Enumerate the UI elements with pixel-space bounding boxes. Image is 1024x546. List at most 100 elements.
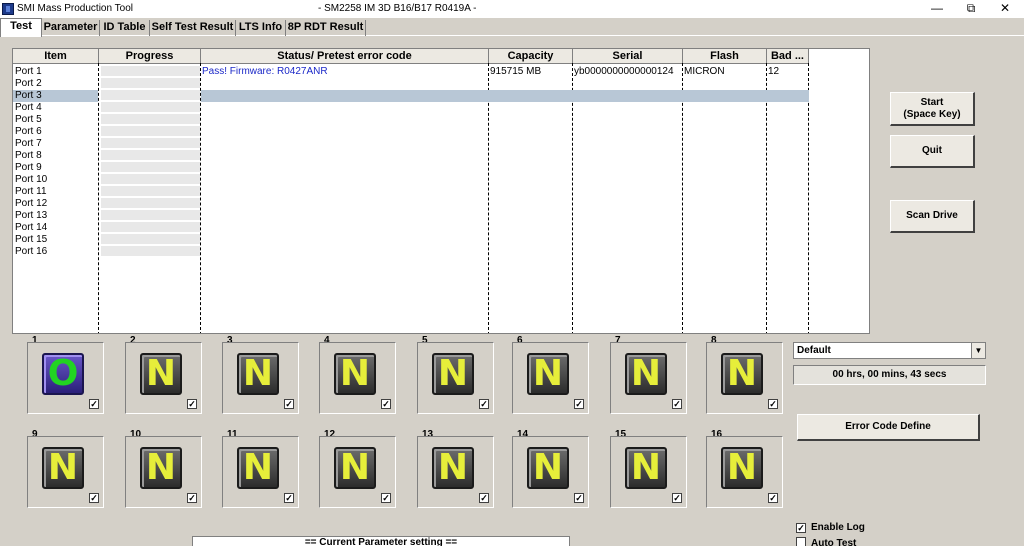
column-divider [200, 63, 201, 333]
slot-enable-checkbox[interactable]: ✓ [574, 493, 584, 503]
slot-status-letter: N [726, 447, 758, 488]
port-slot-13[interactable]: N ✓ [417, 436, 494, 508]
slot-enable-checkbox[interactable]: ✓ [187, 493, 197, 503]
enable-log-option[interactable]: ✓ Enable Log [796, 522, 865, 534]
enable-log-label: Enable Log [811, 522, 865, 533]
port-slot-14[interactable]: N ✓ [512, 436, 589, 508]
profile-select[interactable]: Default ▼ [793, 342, 986, 359]
slot-enable-checkbox[interactable]: ✓ [284, 493, 294, 503]
port-slot-5[interactable]: N ✓ [417, 342, 494, 414]
port-row-label[interactable]: Port 8 [15, 150, 42, 162]
slot-status-letter: N [339, 353, 371, 394]
slot-enable-checkbox[interactable]: ✓ [479, 399, 489, 409]
column-header-item[interactable]: Item [13, 49, 99, 64]
port-row-label[interactable]: Port 2 [15, 78, 42, 90]
tab-8p-rdt-result[interactable]: 8P RDT Result [286, 20, 366, 36]
port-slot-4[interactable]: N ✓ [319, 342, 396, 414]
port-slot-9[interactable]: N ✓ [27, 436, 104, 508]
port-row-label[interactable]: Port 9 [15, 162, 42, 174]
drive-none-icon: N [625, 447, 667, 489]
port-slot-1[interactable]: O ✓ [27, 342, 104, 414]
quit-button[interactable]: Quit [890, 135, 975, 168]
dropdown-arrow-icon[interactable]: ▼ [971, 343, 985, 358]
slot-enable-checkbox[interactable]: ✓ [768, 399, 778, 409]
port-row-label[interactable]: Port 4 [15, 102, 42, 114]
port-progress-bar [101, 222, 200, 233]
port-progress-bar [101, 210, 200, 221]
slot-enable-checkbox[interactable]: ✓ [381, 399, 391, 409]
column-header-flash[interactable]: Flash [683, 49, 767, 64]
tab-lts-info[interactable]: LTS Info [236, 20, 286, 36]
drive-none-icon: N [527, 447, 569, 489]
port-slot-10[interactable]: N ✓ [125, 436, 202, 508]
auto-test-option[interactable]: Auto Test [796, 537, 856, 546]
drive-none-icon: N [432, 353, 474, 395]
port-slot-8[interactable]: N ✓ [706, 342, 783, 414]
port-grid[interactable]: Item Progress Status/ Pretest error code… [12, 48, 870, 334]
slot-enable-checkbox[interactable]: ✓ [768, 493, 778, 503]
port-slot-11[interactable]: N ✓ [222, 436, 299, 508]
column-header-serial[interactable]: Serial [573, 49, 683, 64]
drive-none-icon: N [42, 447, 84, 489]
start-button[interactable]: Start (Space Key) [890, 92, 975, 126]
column-header-capacity[interactable]: Capacity [489, 49, 573, 64]
slot-enable-checkbox[interactable]: ✓ [574, 399, 584, 409]
port-row-label[interactable]: Port 11 [15, 186, 47, 198]
auto-test-checkbox[interactable] [796, 537, 806, 546]
slot-status-letter: N [437, 353, 469, 394]
port-row-label[interactable]: Port 16 [15, 246, 47, 258]
port-row-label[interactable]: Port 1 [15, 66, 42, 78]
port-slot-12[interactable]: N ✓ [319, 436, 396, 508]
port-slot-16[interactable]: N ✓ [706, 436, 783, 508]
port-row-label[interactable]: Port 12 [15, 198, 47, 210]
column-header-bad[interactable]: Bad ... [767, 49, 809, 64]
port-row-label[interactable]: Port 6 [15, 126, 42, 138]
port-slot-6[interactable]: N ✓ [512, 342, 589, 414]
port-row-label[interactable]: Port 7 [15, 138, 42, 150]
scan-drive-button[interactable]: Scan Drive [890, 200, 975, 233]
slot-enable-checkbox[interactable]: ✓ [89, 399, 99, 409]
drive-none-icon: N [237, 447, 279, 489]
slot-enable-checkbox[interactable]: ✓ [89, 493, 99, 503]
port-slot-15[interactable]: N ✓ [610, 436, 687, 508]
port-row-label[interactable]: Port 3 [15, 90, 42, 102]
port-1-serial: yb0000000000000124 [574, 66, 674, 77]
restore-button[interactable]: ⧉ [954, 0, 988, 18]
port-progress-bar [101, 90, 200, 101]
slot-enable-checkbox[interactable]: ✓ [672, 399, 682, 409]
error-code-define-button[interactable]: Error Code Define [797, 414, 980, 441]
slot-status-letter: N [630, 447, 662, 488]
tab-id-table[interactable]: ID Table [100, 20, 150, 36]
close-button[interactable]: ✕ [988, 0, 1022, 18]
drive-none-icon: N [432, 447, 474, 489]
tab-test[interactable]: Test [0, 18, 42, 37]
port-row-label[interactable]: Port 15 [15, 234, 47, 246]
port-1-capacity: 915715 MB [490, 66, 542, 77]
column-header-progress[interactable]: Progress [99, 49, 201, 64]
slot-enable-checkbox[interactable]: ✓ [381, 493, 391, 503]
drive-none-icon: N [721, 447, 763, 489]
port-1-bad-blocks: 12 [768, 66, 780, 77]
slot-status-letter: O [47, 353, 79, 394]
port-slot-7[interactable]: N ✓ [610, 342, 687, 414]
slot-enable-checkbox[interactable]: ✓ [479, 493, 489, 503]
port-row-label[interactable]: Port 5 [15, 114, 42, 126]
drive-none-icon: N [237, 353, 279, 395]
port-row-label[interactable]: Port 14 [15, 222, 47, 234]
port-progress-bar [101, 246, 200, 257]
port-slot-3[interactable]: N ✓ [222, 342, 299, 414]
column-header-status[interactable]: Status/ Pretest error code [201, 49, 489, 64]
slot-status-letter: N [532, 447, 564, 488]
slot-enable-checkbox[interactable]: ✓ [284, 399, 294, 409]
tab-self-test-result[interactable]: Self Test Result [150, 20, 236, 36]
slot-enable-checkbox[interactable]: ✓ [672, 493, 682, 503]
tab-parameter[interactable]: Parameter [42, 20, 100, 36]
slot-status-letter: N [145, 353, 177, 394]
port-slot-2[interactable]: N ✓ [125, 342, 202, 414]
enable-log-checkbox[interactable]: ✓ [796, 523, 806, 533]
column-divider [488, 63, 489, 333]
port-row-label[interactable]: Port 10 [15, 174, 47, 186]
slot-enable-checkbox[interactable]: ✓ [187, 399, 197, 409]
port-row-label[interactable]: Port 13 [15, 210, 47, 222]
minimize-button[interactable]: — [920, 0, 954, 18]
